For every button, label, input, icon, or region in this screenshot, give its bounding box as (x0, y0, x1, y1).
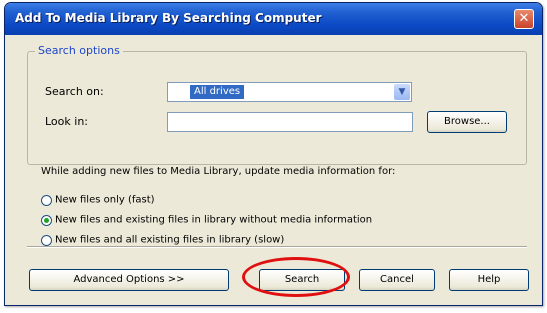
help-button[interactable]: Help (449, 269, 529, 291)
close-button[interactable]: ✕ (514, 9, 534, 29)
radio-label: New files only (fast) (55, 194, 155, 206)
separator (27, 246, 527, 248)
close-icon: ✕ (518, 11, 530, 26)
window-title: Add To Media Library By Searching Comput… (15, 11, 322, 25)
browse-button[interactable]: Browse... (427, 111, 507, 133)
radio-new-and-missing-info[interactable]: New files and existing files in library … (41, 213, 372, 227)
title-bar[interactable]: Add To Media Library By Searching Comput… (5, 3, 542, 35)
radio-button[interactable] (41, 234, 52, 246)
look-in-label: Look in: (45, 115, 88, 128)
search-options-legend: Search options (35, 44, 123, 57)
radio-label: New files and existing files in library … (55, 214, 373, 226)
cancel-button[interactable]: Cancel (359, 269, 435, 291)
radio-new-and-all-existing[interactable]: New files and all existing files in libr… (41, 233, 284, 247)
radio-new-files-only[interactable]: New files only (fast) (41, 193, 155, 207)
update-prompt: While adding new files to Media Library,… (41, 166, 396, 177)
radio-label: New files and all existing files in libr… (55, 234, 285, 246)
search-on-selected-value: All drives (190, 85, 245, 99)
radio-button[interactable] (41, 194, 52, 206)
look-in-input[interactable] (167, 112, 413, 132)
chevron-down-icon[interactable]: ▼ (394, 84, 410, 100)
radio-button-selected[interactable] (41, 214, 52, 226)
advanced-options-button[interactable]: Advanced Options >> (29, 269, 229, 291)
search-highlight-ring (242, 257, 350, 297)
search-options-group (27, 51, 527, 165)
search-on-dropdown[interactable]: All drives ▼ (167, 82, 412, 102)
search-on-label: Search on: (45, 85, 104, 98)
